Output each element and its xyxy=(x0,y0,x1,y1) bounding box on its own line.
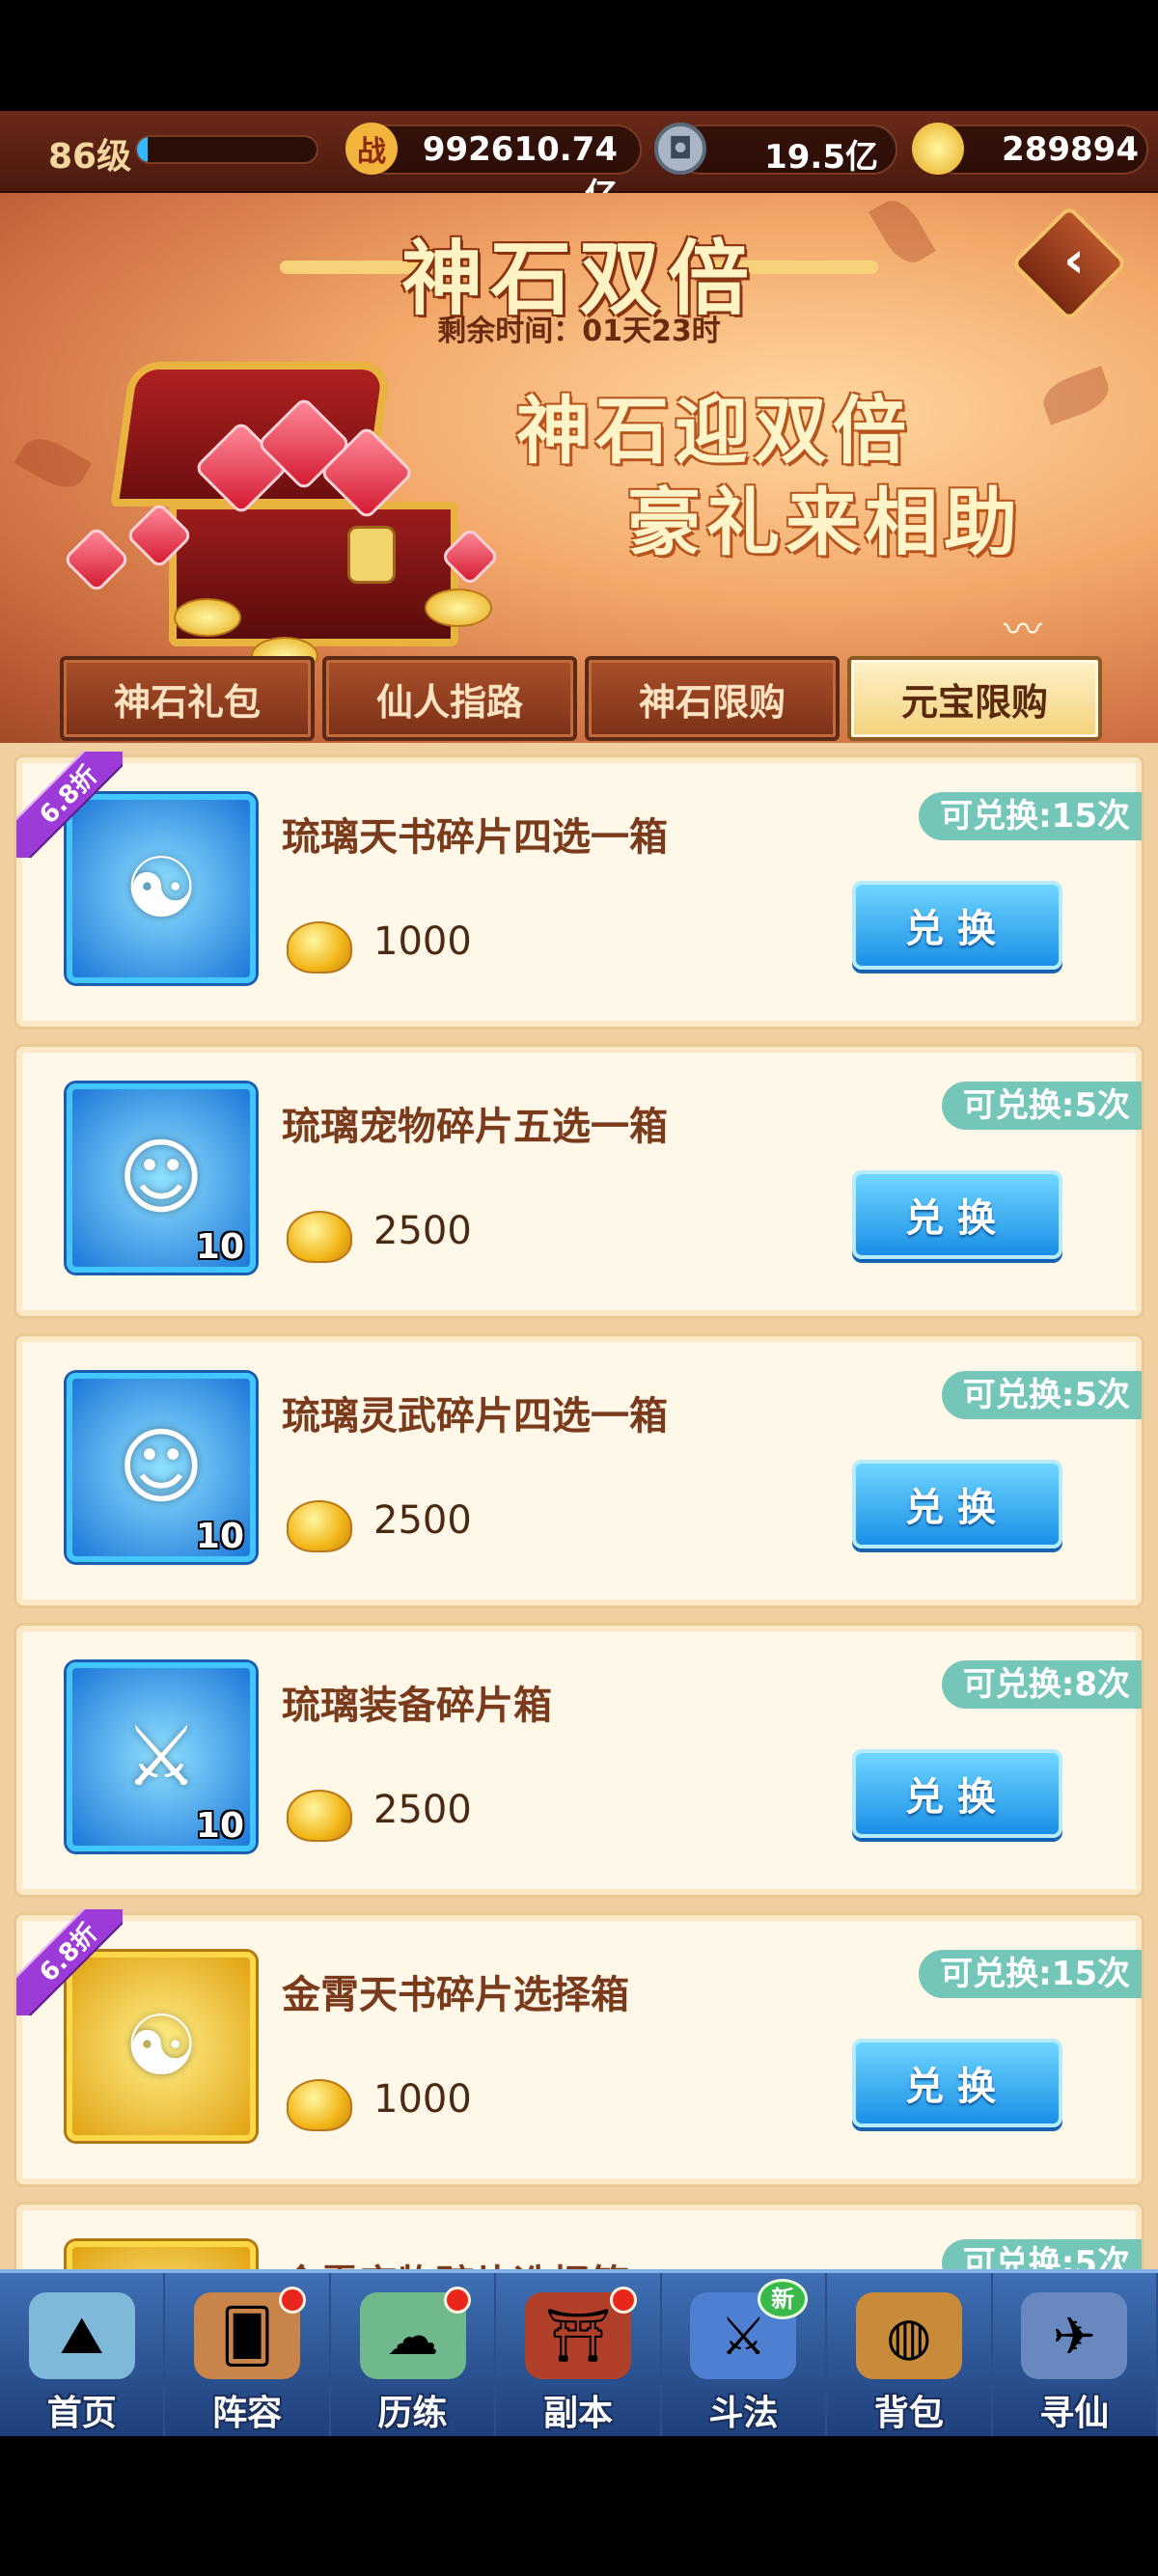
exchange-limit-badge: 可兑换:5次 xyxy=(941,2239,1142,2272)
nav-training[interactable]: ☁ 历练 xyxy=(331,2273,497,2438)
ingot-icon xyxy=(287,1211,352,1263)
exchange-button[interactable]: 兑换 xyxy=(852,1749,1062,1838)
system-nav-area xyxy=(0,2436,1158,2576)
bird-decoration: 〰 xyxy=(1004,608,1042,652)
notification-dot xyxy=(278,2287,306,2314)
leaf-decoration xyxy=(14,429,93,497)
blue-equipment-chest-icon[interactable]: ⚔ 10 xyxy=(67,1662,256,1851)
tab-label: 元宝限购 xyxy=(900,680,1048,724)
bag-icon: ◍ xyxy=(855,2292,962,2379)
xp-bar xyxy=(135,135,318,164)
item-count: 10 xyxy=(195,1227,244,1267)
notification-dot xyxy=(444,2287,472,2314)
nav-battle[interactable]: ⚔ 斗法新 xyxy=(662,2273,828,2438)
xp-bar-fill xyxy=(137,137,149,162)
resource-bar: 86级 战 992610.74亿 ◘ 19.5亿 289894 xyxy=(0,111,1158,215)
exchange-limit-badge: 可兑换:8次 xyxy=(941,1660,1142,1709)
nav-label: 阵容 xyxy=(212,2394,283,2433)
tab-divine-stone-limited[interactable]: 神石限购 xyxy=(585,656,840,741)
red-gem xyxy=(62,525,131,594)
blue-pet-chest-icon[interactable]: ☺ 10 xyxy=(67,1083,256,1273)
item-card: ☯ 琉璃天书碎片四选一箱 1000 可兑换:15次 兑换 6.8折 xyxy=(14,752,1144,1029)
exchange-button[interactable]: 兑换 xyxy=(852,1460,1062,1548)
coin-value: 19.5亿 xyxy=(764,138,878,177)
tab-divine-stone-pack[interactable]: 神石礼包 xyxy=(60,656,315,741)
coin-icon: ◘ xyxy=(654,123,706,175)
ingot-icon xyxy=(287,2079,352,2131)
nav-label: 历练 xyxy=(377,2394,448,2433)
item-price: 2500 xyxy=(373,1209,472,1253)
exchange-button[interactable]: 兑换 xyxy=(852,1170,1062,1259)
back-arrow-icon[interactable]: ‹ xyxy=(1045,232,1103,289)
ingot-value: 289894 xyxy=(1002,130,1139,169)
tab-label: 神石限购 xyxy=(638,680,786,724)
gold-ingot xyxy=(174,598,241,637)
nav-lineup[interactable]: 🂠 阵容 xyxy=(165,2273,331,2438)
event-timer: 剩余时间：01天23时 xyxy=(437,315,721,348)
gold-ingot xyxy=(425,589,492,627)
item-count: 10 xyxy=(195,1517,244,1556)
nav-label: 背包 xyxy=(873,2394,944,2433)
slogan-line-1: 神石迎双倍 xyxy=(516,388,912,474)
tab-immortal-guide[interactable]: 仙人指路 xyxy=(322,656,577,741)
exchange-limit-badge: 可兑换:5次 xyxy=(941,1082,1142,1130)
exchange-button[interactable]: 兑换 xyxy=(852,881,1062,970)
nav-label: 寻仙 xyxy=(1039,2394,1110,2433)
nav-label: 斗法 xyxy=(708,2394,779,2433)
gold-chest-icon[interactable]: ▣ xyxy=(67,2241,256,2272)
item-name: 金霄天书碎片选择箱 xyxy=(282,1973,629,2017)
exchange-limit-badge: 可兑换:15次 xyxy=(919,792,1142,840)
tab-ingot-limited[interactable]: 元宝限购 xyxy=(847,656,1102,741)
item-card: ☺ 10 琉璃宠物碎片五选一箱 2500 可兑换:5次兑换 xyxy=(14,1044,1144,1319)
nav-bag[interactable]: ◍ 背包 xyxy=(827,2273,993,2438)
nav-home[interactable]: ⛰ 首页 xyxy=(0,2273,166,2438)
nav-label: 副本 xyxy=(542,2394,613,2433)
ingot-icon xyxy=(287,1500,352,1552)
home-icon: ⛰ xyxy=(28,2292,135,2379)
exchange-limit-badge: 可兑换:15次 xyxy=(919,1950,1142,1998)
item-price: 1000 xyxy=(373,2077,472,2122)
item-name: 琉璃天书碎片四选一箱 xyxy=(282,815,668,860)
exchange-button[interactable]: 兑换 xyxy=(852,2039,1062,2127)
discount-label: 6.8折 xyxy=(16,1909,123,2015)
ingot-icon xyxy=(287,921,352,973)
nav-label: 首页 xyxy=(46,2394,117,2433)
tab-label: 神石礼包 xyxy=(113,680,261,724)
player-level: 86级 xyxy=(48,137,132,177)
exchange-limit-badge: 可兑换:5次 xyxy=(941,1371,1142,1419)
item-name: 琉璃宠物碎片五选一箱 xyxy=(282,1105,668,1149)
item-card: ▣ 金霄宠物碎片选择箱可兑换:5次 xyxy=(14,2202,1144,2272)
item-count: 10 xyxy=(195,1806,244,1846)
nav-seek-immortal[interactable]: ✈ 寻仙 xyxy=(993,2273,1158,2438)
new-badge: 新 xyxy=(758,2279,809,2319)
nav-dungeon[interactable]: ⛩ 副本 xyxy=(496,2273,662,2438)
power-icon: 战 xyxy=(345,123,398,175)
seek-immortal-icon: ✈ xyxy=(1021,2292,1128,2379)
discount-ribbon: 6.8折 xyxy=(16,752,123,858)
chest-lock xyxy=(347,526,396,584)
item-price: 2500 xyxy=(373,1498,472,1543)
bottom-nav: ⛰ 首页 🂠 阵容 ☁ 历练 ⛩ 副本 ⚔ 斗法新 ◍ 背包 ✈ 寻仙 xyxy=(0,2269,1158,2438)
discount-label: 6.8折 xyxy=(16,752,123,858)
tab-label: 仙人指路 xyxy=(375,680,523,724)
item-name: 琉璃装备碎片箱 xyxy=(282,1684,552,1728)
item-card: ⚔ 10 琉璃装备碎片箱 2500 可兑换:8次兑换 xyxy=(14,1623,1144,1898)
ingot-icon xyxy=(912,123,964,175)
leaf-decoration xyxy=(1037,366,1115,425)
item-price: 1000 xyxy=(373,919,472,964)
discount-ribbon: 6.8折 xyxy=(16,1909,123,2015)
blue-weapon-chest-icon[interactable]: ☺ 10 xyxy=(67,1373,256,1562)
notification-dot xyxy=(609,2287,637,2314)
item-name: 琉璃灵武碎片四选一箱 xyxy=(282,1394,668,1439)
item-card: ☯ 金霄天书碎片选择箱 1000 可兑换:15次 兑换 6.8折 xyxy=(14,1909,1144,2187)
item-card: ☺ 10 琉璃灵武碎片四选一箱 2500 可兑换:5次兑换 xyxy=(14,1333,1144,1608)
slogan-line-2: 豪礼来相助 xyxy=(627,480,1023,565)
shop-tabs: 神石礼包 仙人指路 神石限购 元宝限购 xyxy=(60,656,1102,743)
ingot-icon xyxy=(287,1790,352,1842)
item-price: 2500 xyxy=(373,1788,472,1832)
status-bar-area xyxy=(0,0,1158,111)
item-list[interactable]: ☯ 琉璃天书碎片四选一箱 1000 可兑换:15次 兑换 6.8折 ☺ 10 琉璃宠物… xyxy=(0,743,1158,2272)
